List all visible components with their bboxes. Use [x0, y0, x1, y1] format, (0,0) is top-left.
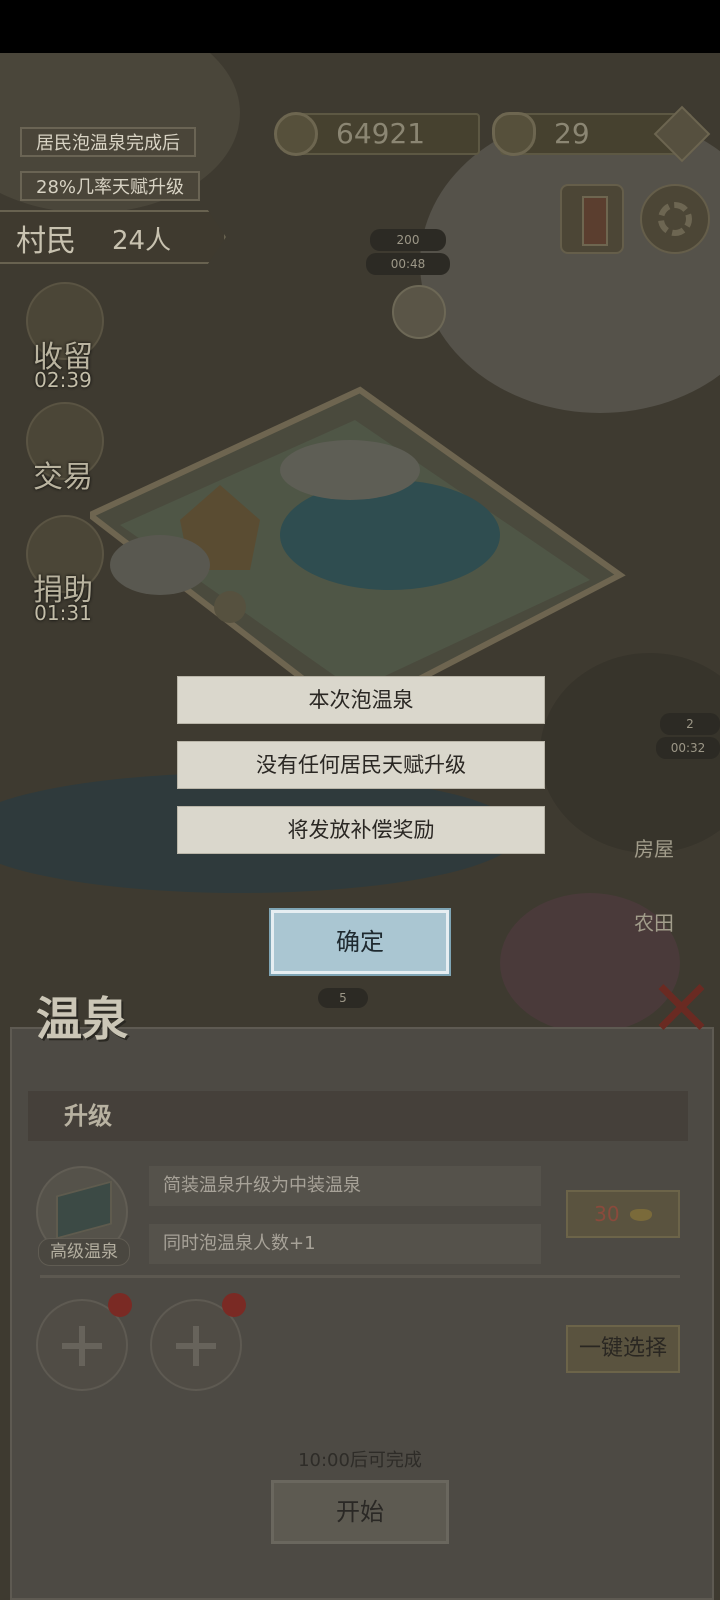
- copper-coin-icon: [274, 112, 318, 156]
- map-counter: 2: [660, 713, 720, 735]
- spring-rocks: [280, 440, 420, 500]
- side-button-timer: 02:39: [34, 368, 92, 392]
- upgrade-description: 简装温泉升级为中装温泉: [149, 1166, 541, 1206]
- cost-value: 30: [594, 1202, 620, 1226]
- status-bar: [0, 0, 720, 53]
- dialog-message-line1: 本次泡温泉: [177, 676, 545, 724]
- side-button-trade[interactable]: 交易: [18, 402, 108, 512]
- hot-spring-thumbnail: [56, 1180, 112, 1240]
- villager-label: 村民: [16, 224, 76, 259]
- gold-value: 29: [554, 117, 590, 150]
- confirm-button[interactable]: 确定: [271, 910, 449, 974]
- stone-table: [214, 591, 246, 623]
- divider: [40, 1275, 680, 1278]
- panel-title: 温泉: [36, 992, 128, 1046]
- scroll-button[interactable]: [560, 184, 624, 254]
- scroll-icon: [582, 196, 608, 246]
- game-screen: 200 00:48 2 00:32 房屋 农田 5 居民泡温泉完成后 28%几率…: [0, 0, 720, 1600]
- notification-dot: [222, 1293, 246, 1317]
- upgrade-item-label: 高级温泉: [38, 1238, 130, 1266]
- copper-display: 64921: [290, 113, 480, 155]
- villager-slot[interactable]: [150, 1293, 246, 1391]
- map-timer: 00:32: [656, 737, 720, 759]
- villager-slot[interactable]: [36, 1293, 132, 1391]
- villager-portrait[interactable]: [392, 285, 446, 339]
- event-hint-line1: 居民泡温泉完成后: [20, 127, 196, 157]
- villager-count-bar[interactable]: 村民 24人: [0, 210, 226, 264]
- cloud-area: [420, 113, 720, 413]
- map-counter: 5: [318, 988, 368, 1008]
- dialog-message-line3: 将发放补偿奖励: [177, 806, 545, 854]
- map-timer: 00:48: [366, 253, 450, 275]
- side-button-timer: 01:31: [34, 601, 92, 625]
- notification-dot: [108, 1293, 132, 1317]
- copper-value: 64921: [336, 117, 426, 150]
- completion-time-hint: 10:00后可完成: [298, 1450, 422, 1471]
- side-button-label: 交易: [33, 460, 93, 495]
- house-label: 房屋: [634, 837, 674, 861]
- one-click-select-button[interactable]: 一键选择: [566, 1325, 680, 1373]
- upgrade-effect: 同时泡温泉人数+1: [149, 1224, 541, 1264]
- close-icon[interactable]: [656, 982, 706, 1032]
- villager-count: 24人: [112, 226, 172, 256]
- spring-pool: [280, 480, 500, 590]
- dialog-message-line2: 没有任何居民天赋升级: [177, 741, 545, 789]
- garden-rocks: [110, 535, 210, 595]
- gold-ingot-icon: [492, 112, 536, 156]
- settings-button[interactable]: [640, 184, 710, 254]
- map-counter: 200: [370, 229, 446, 251]
- side-button-donate[interactable]: 捐助 01:31: [18, 515, 108, 625]
- farm-label: 农田: [634, 911, 674, 935]
- upgrade-cost-button[interactable]: 30: [566, 1190, 680, 1238]
- gear-icon: [658, 202, 692, 236]
- side-button-shelter[interactable]: 收留 02:39: [18, 282, 108, 392]
- gold-ingot-icon: [629, 1209, 652, 1221]
- upgrade-section-header: 升级: [28, 1091, 688, 1141]
- start-button[interactable]: 开始: [271, 1480, 449, 1544]
- event-hint-line2: 28%几率天赋升级: [20, 171, 201, 201]
